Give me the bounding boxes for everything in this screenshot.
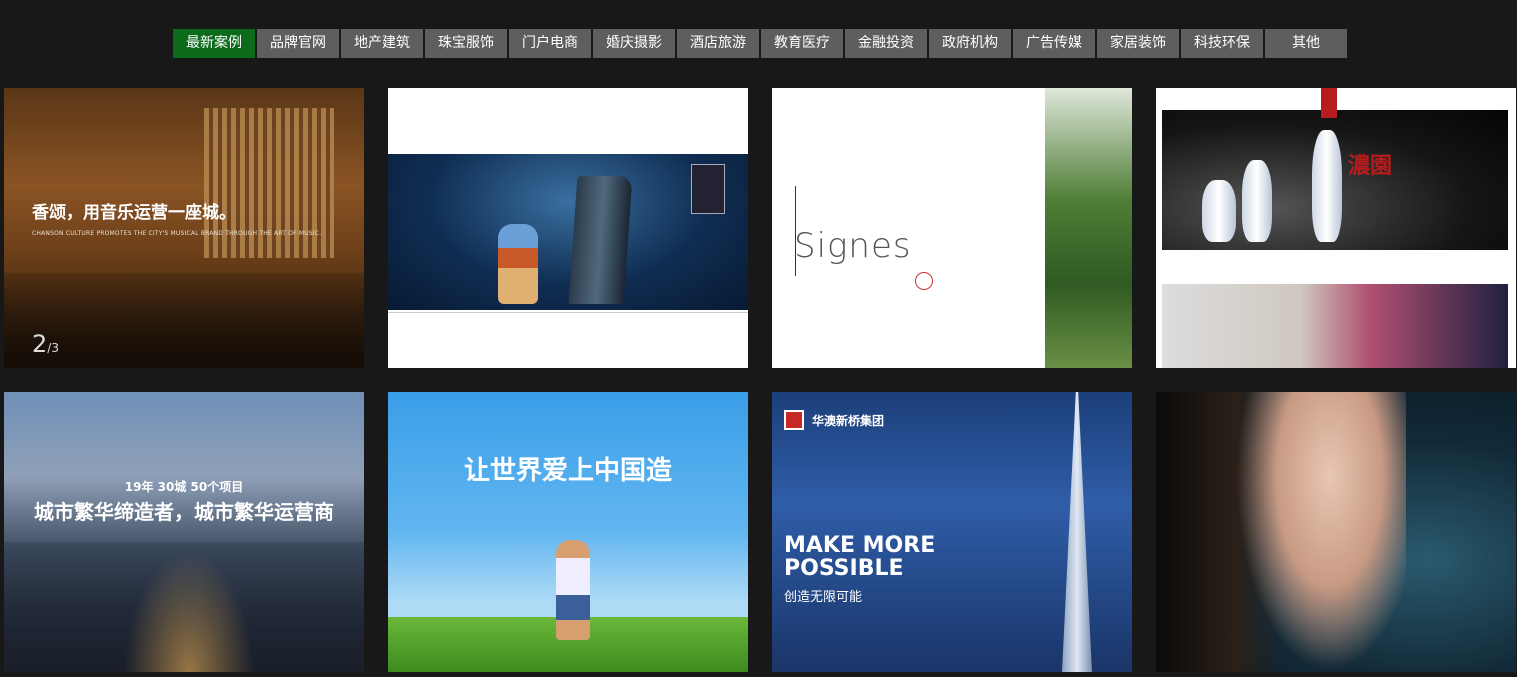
tab-jewelry-fashion[interactable]: 珠宝服饰 xyxy=(425,29,507,58)
tab-latest-cases[interactable]: 最新案例 xyxy=(173,29,255,58)
field-photo xyxy=(1045,88,1132,368)
case-subline: CHANSON CULTURE PROMOTES THE CITY'S MUSI… xyxy=(32,230,322,237)
tab-finance[interactable]: 金融投资 xyxy=(845,29,927,58)
brand-name: 华澳新桥集团 xyxy=(812,414,885,428)
tab-brand-site[interactable]: 品牌官网 xyxy=(257,29,339,58)
case-card-made-in-china[interactable]: 让世界爱上中国造 xyxy=(388,392,748,672)
slogan-line2: POSSIBLE xyxy=(784,556,904,581)
category-tabs: 最新案例 品牌官网 地产建筑 珠宝服饰 门户电商 婚庆摄影 酒店旅游 教育医疗 … xyxy=(173,29,1347,58)
footer-line xyxy=(388,312,748,313)
character-image xyxy=(498,224,538,304)
tab-real-estate[interactable]: 地产建筑 xyxy=(341,29,423,58)
case-thumbnail: 香颂，用音乐运营一座城。 CHANSON CULTURE PROMOTES TH… xyxy=(4,88,364,368)
vase-image xyxy=(1242,160,1272,242)
case-card-concert[interactable]: 香颂，用音乐运营一座城。 CHANSON CULTURE PROMOTES TH… xyxy=(4,88,364,368)
case-logo-word: Signes xyxy=(794,226,912,266)
city-lights xyxy=(124,552,254,672)
poster-image xyxy=(691,164,725,214)
boy-image xyxy=(556,540,590,640)
vase-image xyxy=(1312,130,1342,242)
case-headline: 香颂，用音乐运营一座城。 xyxy=(32,203,236,223)
tab-other[interactable]: 其他 xyxy=(1265,29,1347,58)
monolith-image xyxy=(568,176,633,304)
hero-banner xyxy=(388,154,748,310)
case-headline: 城市繁华缔造者，城市繁华运营商 xyxy=(34,500,334,524)
slogan-line1: MAKE MORE xyxy=(784,533,936,558)
model-image xyxy=(1236,392,1406,672)
tab-portal-ecommerce[interactable]: 门户电商 xyxy=(509,29,591,58)
case-title: 濃園 xyxy=(1348,154,1393,179)
case-stats: 19年 30城 50个项目 xyxy=(124,480,244,494)
pager-current: 2 xyxy=(32,330,48,358)
case-thumbnail: 濃園 xyxy=(1156,88,1516,368)
case-card-signes[interactable]: Signes xyxy=(772,88,1132,368)
tower-image xyxy=(1062,392,1092,672)
case-card-animation[interactable] xyxy=(388,88,748,368)
tab-tech-environment[interactable]: 科技环保 xyxy=(1181,29,1263,58)
case-calligraphy: 让世界爱上中国造 xyxy=(463,456,672,486)
case-thumbnail: 让世界爱上中国造 xyxy=(388,392,748,672)
art-photo xyxy=(1162,284,1508,368)
red-seal xyxy=(1321,88,1337,118)
case-card-jewelry[interactable] xyxy=(1156,392,1516,672)
tab-government[interactable]: 政府机构 xyxy=(929,29,1011,58)
tab-wedding-photo[interactable]: 婚庆摄影 xyxy=(593,29,675,58)
tab-advertising-media[interactable]: 广告传媒 xyxy=(1013,29,1095,58)
tab-hotel-travel[interactable]: 酒店旅游 xyxy=(677,29,759,58)
vase-image xyxy=(1202,180,1236,242)
case-thumbnail xyxy=(1156,392,1516,672)
circle-marker xyxy=(915,272,933,290)
tab-home-decor[interactable]: 家居装饰 xyxy=(1097,29,1179,58)
case-thumbnail xyxy=(388,88,748,368)
slogan-cn: 创造无限可能 xyxy=(784,590,863,605)
case-card-city[interactable]: 19年 30城 50个项目 城市繁华缔造者，城市繁华运营商 xyxy=(4,392,364,672)
case-thumbnail: 华澳新桥集团 MAKE MORE POSSIBLE 创造无限可能 xyxy=(772,392,1132,672)
brand-logo-icon xyxy=(784,410,804,430)
case-card-porcelain[interactable]: 濃園 xyxy=(1156,88,1516,368)
porcelain-photo: 濃園 xyxy=(1162,110,1508,250)
case-card-huaao[interactable]: 华澳新桥集团 MAKE MORE POSSIBLE 创造无限可能 xyxy=(772,392,1132,672)
pager-total: /3 xyxy=(47,341,59,355)
case-thumbnail: 19年 30城 50个项目 城市繁华缔造者，城市繁华运营商 xyxy=(4,392,364,672)
slogan: MAKE MORE POSSIBLE xyxy=(784,534,935,580)
case-thumbnail: Signes xyxy=(772,88,1132,368)
slide-pager: 2/3 xyxy=(32,330,59,358)
tab-education-medical[interactable]: 教育医疗 xyxy=(761,29,843,58)
